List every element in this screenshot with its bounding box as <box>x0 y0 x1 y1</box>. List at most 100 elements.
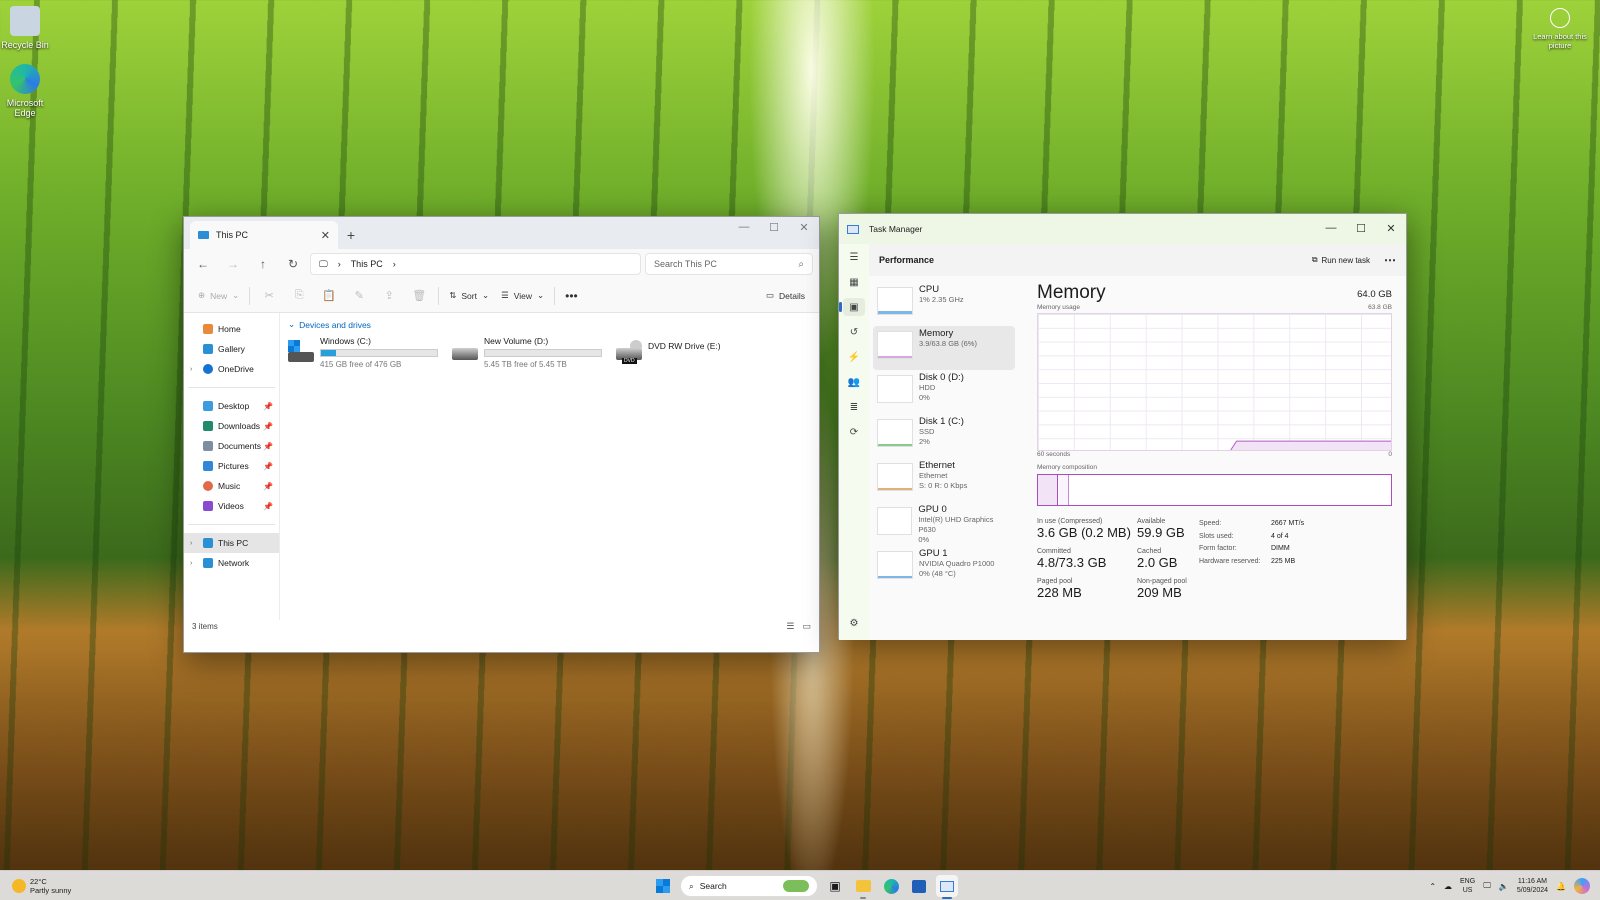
nav-network[interactable]: › Network <box>184 553 279 573</box>
breadcrumb[interactable]: This PC <box>351 259 383 269</box>
minimize-button[interactable]: — <box>729 217 759 237</box>
nav-documents[interactable]: Documents 📌 <box>184 436 279 456</box>
details-view-icon[interactable]: ☰ <box>786 621 794 632</box>
notification-icon[interactable]: 🔔 <box>1556 882 1566 891</box>
taskbar-search[interactable]: ⌕ Search <box>680 875 818 897</box>
run-new-task-button[interactable]: ⧉ Run new task <box>1312 255 1370 265</box>
close-tab-icon[interactable]: ✕ <box>321 229 330 242</box>
copilot-icon[interactable] <box>1574 878 1590 894</box>
memory-detail: Memory 64.0 GB Memory usage 63.8 GB 60 s… <box>1019 276 1406 640</box>
services-icon[interactable]: ⟳ <box>843 423 865 441</box>
volume-icon[interactable]: 🔈 <box>1499 882 1509 891</box>
paste-icon[interactable]: 📋 <box>314 284 344 308</box>
stat-value: 4.8/73.3 GB <box>1037 555 1107 570</box>
back-button[interactable]: ← <box>190 252 216 276</box>
details-icon[interactable]: ≣ <box>843 398 865 416</box>
resource-item-gpu1[interactable]: GPU 1 NVIDIA Quadro P1000 0% (48 °C) <box>873 546 1015 590</box>
store-button[interactable] <box>908 875 930 897</box>
thumbnail-trace <box>878 488 912 490</box>
stat-label: Paged pool <box>1037 578 1073 585</box>
drive-item-d[interactable]: New Volume (D:) 5.45 TB free of 5.45 TB <box>452 336 604 370</box>
tab-this-pc[interactable]: This PC ✕ <box>190 221 338 249</box>
drive-item-c[interactable]: Windows (C:) 415 GB free of 476 GB <box>288 336 440 370</box>
resource-item-disk1[interactable]: Disk 1 (C:) SSD 2% <box>873 414 1015 458</box>
clock[interactable]: 11:16 AM 5/09/2024 <box>1517 877 1548 895</box>
task-manager-body: ☰ ▦ ▣ ↺ ⚡ 👥 ≣ ⟳ ⚙ Performance ⧉ Run new t… <box>839 244 1406 640</box>
desktop-icon <box>203 401 213 411</box>
share-icon[interactable]: ⇪ <box>374 284 404 308</box>
nav-music[interactable]: Music 📌 <box>184 476 279 496</box>
performance-icon[interactable]: ▣ <box>839 298 865 316</box>
rename-icon[interactable]: ✎ <box>344 284 374 308</box>
chevron-up-icon[interactable]: ⌃ <box>1429 882 1436 891</box>
nav-desktop[interactable]: Desktop 📌 <box>184 396 279 416</box>
search-input[interactable]: Search This PC ⌕ <box>645 253 813 275</box>
nav-pictures[interactable]: Pictures 📌 <box>184 456 279 476</box>
start-button[interactable] <box>652 875 674 897</box>
refresh-button[interactable]: ↻ <box>280 252 306 276</box>
processes-icon[interactable]: ▦ <box>843 273 865 291</box>
task-manager-button[interactable] <box>936 875 958 899</box>
desktop-icon-recycle-bin[interactable]: Recycle Bin <box>0 6 50 50</box>
folder-icon <box>855 880 871 892</box>
users-icon[interactable]: 👥 <box>843 373 865 391</box>
navigation-pane: Home Gallery › OneDrive Desktop 📌 Download… <box>184 313 280 620</box>
chevron-right-icon[interactable]: › <box>190 560 198 567</box>
more-options-button[interactable]: ⋯ <box>1384 253 1396 267</box>
details-button[interactable]: ▭ Details <box>760 284 811 308</box>
onedrive-icon[interactable]: ☁ <box>1444 882 1452 891</box>
settings-icon[interactable]: ⚙ <box>843 614 865 632</box>
resource-item-disk0[interactable]: Disk 0 (D:) HDD 0% <box>873 370 1015 414</box>
close-button[interactable]: ✕ <box>789 217 819 237</box>
view-button[interactable]: ☰ View ⌄ <box>495 284 550 308</box>
cut-icon[interactable]: ✂ <box>254 284 284 308</box>
address-bar-row: ← → ↑ ↻ 🖵 › This PC › Search This PC ⌕ <box>184 249 819 279</box>
sort-label: Sort <box>461 290 477 301</box>
more-button[interactable]: ••• <box>559 284 584 308</box>
nav-onedrive[interactable]: › OneDrive <box>184 359 279 379</box>
startup-apps-icon[interactable]: ⚡ <box>843 348 865 366</box>
nav-downloads[interactable]: Downloads 📌 <box>184 416 279 436</box>
resource-item-gpu0[interactable]: GPU 0 Intel(R) UHD Graphics P630 0% <box>873 502 1015 546</box>
weather-widget[interactable]: 22°C Partly sunny <box>0 877 71 895</box>
maximize-button[interactable]: ☐ <box>759 217 789 237</box>
app-history-icon[interactable]: ↺ <box>843 323 865 341</box>
new-button[interactable]: ⊕ New ⌄ <box>192 284 245 308</box>
nav-videos[interactable]: Videos 📌 <box>184 496 279 516</box>
menu-icon[interactable]: ☰ <box>843 248 865 266</box>
time: 11:16 AM <box>1517 878 1547 885</box>
up-button[interactable]: ↑ <box>250 252 276 276</box>
plus-icon: ⊕ <box>198 290 206 300</box>
language-indicator[interactable]: ENG US <box>1460 877 1475 895</box>
close-button[interactable]: ✕ <box>1376 214 1406 242</box>
network-icon[interactable]: 🖵 <box>1483 881 1491 891</box>
composition-modified <box>1059 475 1069 505</box>
chevron-right-icon[interactable]: › <box>393 259 396 269</box>
resource-item-memory[interactable]: Memory 3.9/63.8 GB (6%) <box>873 326 1015 370</box>
address-bar[interactable]: 🖵 › This PC › <box>310 253 641 275</box>
nav-this-pc[interactable]: › This PC <box>184 533 279 553</box>
resource-item-cpu[interactable]: CPU 1% 2.35 GHz <box>873 282 1015 326</box>
minimize-button[interactable]: — <box>1316 214 1346 242</box>
sort-button[interactable]: ⇅ Sort ⌄ <box>443 284 495 308</box>
maximize-button[interactable]: ☐ <box>1346 214 1376 242</box>
nav-gallery[interactable]: Gallery <box>184 339 279 359</box>
delete-icon[interactable]: 🗑 <box>404 284 434 308</box>
chevron-right-icon[interactable]: › <box>190 540 198 547</box>
learn-about-picture[interactable]: Learn about this picture <box>1532 8 1588 50</box>
tiles-view-icon[interactable]: ▭ <box>802 621 811 632</box>
file-explorer-button[interactable] <box>852 875 874 899</box>
group-header[interactable]: ⌄ Devices and drives <box>288 319 811 330</box>
nav-home[interactable]: Home <box>184 319 279 339</box>
desktop-icon-edge[interactable]: Microsoft Edge <box>0 64 50 118</box>
copy-icon[interactable]: ⎘ <box>284 284 314 308</box>
new-tab-button[interactable]: + <box>338 221 364 249</box>
edge-button[interactable] <box>880 875 902 897</box>
forward-button[interactable]: → <box>220 252 246 276</box>
drive-item-e[interactable]: DVD DVD RW Drive (E:) <box>616 336 768 370</box>
task-view-button[interactable]: ▣ <box>824 875 846 897</box>
details-pane-icon: ▭ <box>765 290 775 300</box>
chevron-right-icon[interactable]: › <box>190 366 198 373</box>
resource-name: Ethernet <box>919 460 955 471</box>
resource-item-ethernet[interactable]: Ethernet Ethernet S: 0 R: 0 Kbps <box>873 458 1015 502</box>
